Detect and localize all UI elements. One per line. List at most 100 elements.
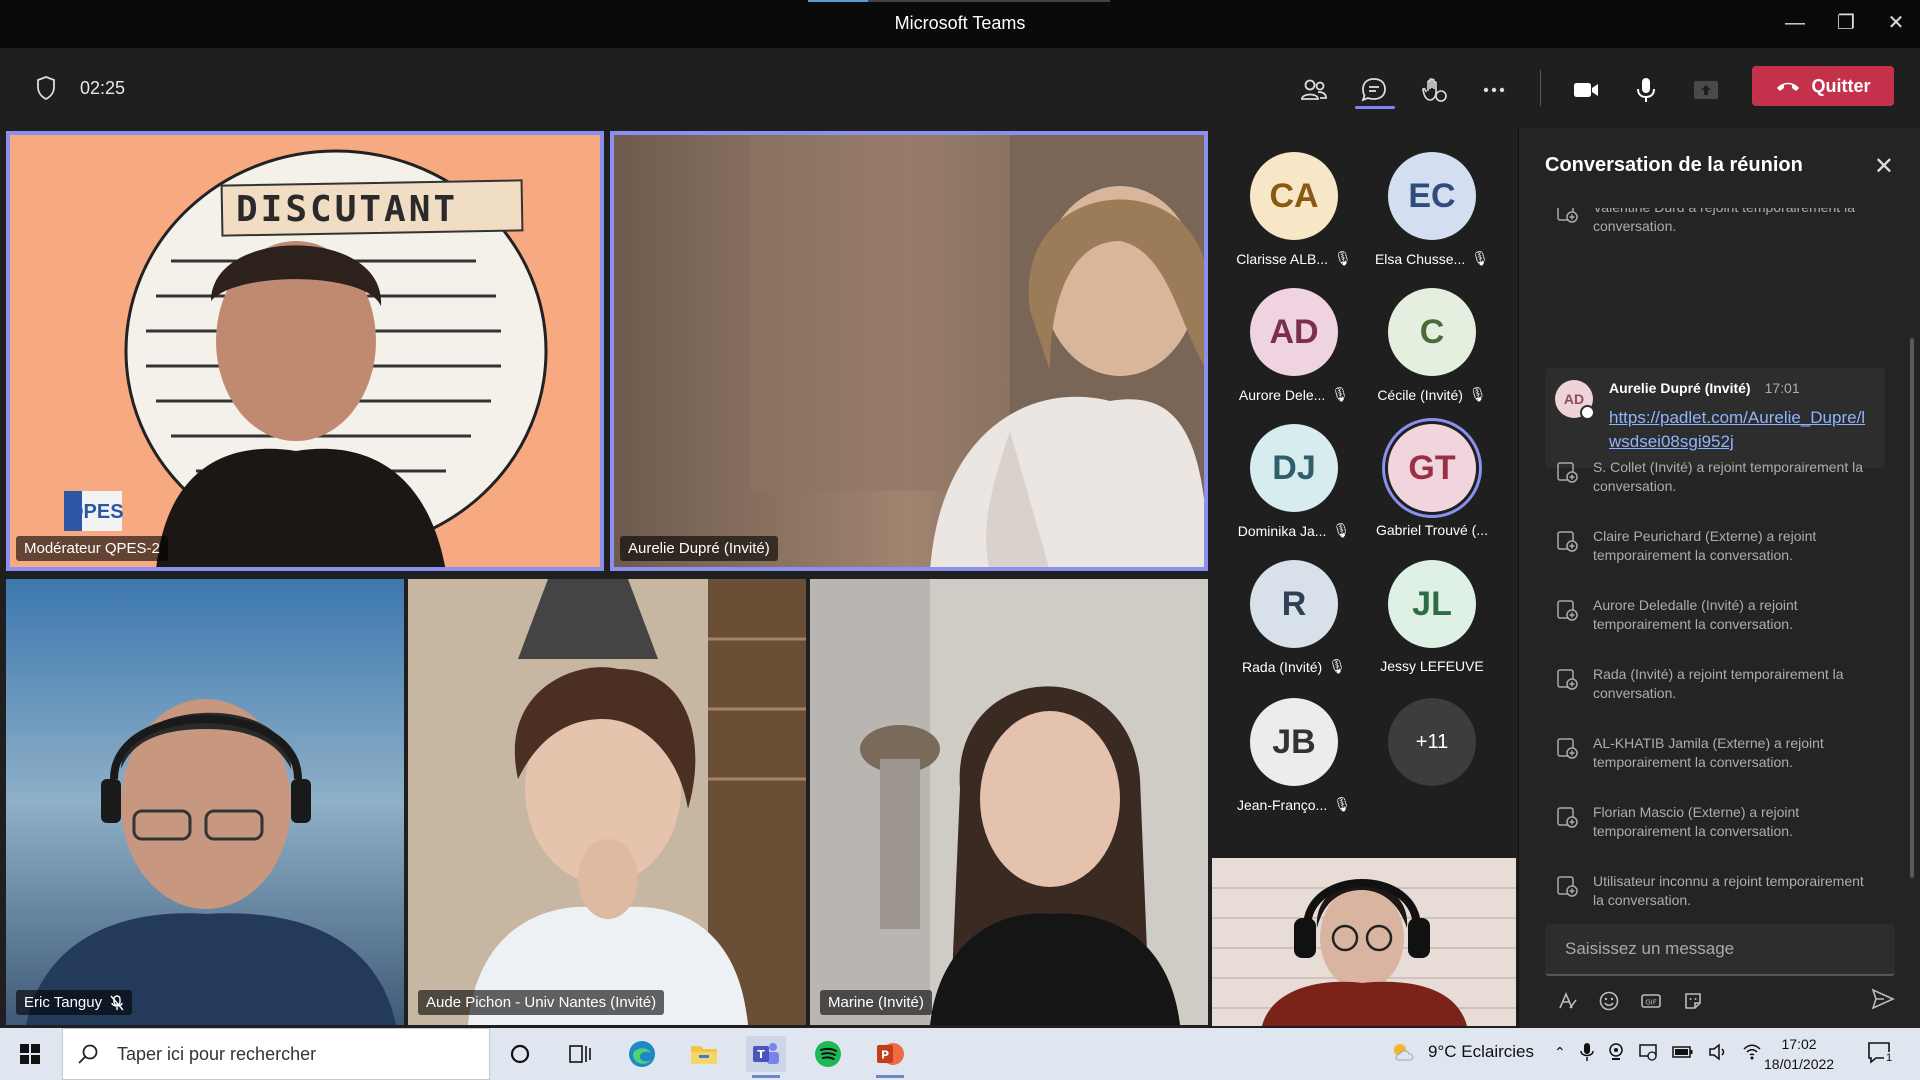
microphone-button[interactable] xyxy=(1626,70,1666,110)
roster-person[interactable]: JB Jean-Franço... 🎙 xyxy=(1224,698,1364,828)
webcam-tray-icon[interactable] xyxy=(1608,1042,1624,1062)
maximize-button[interactable]: ❐ xyxy=(1826,8,1866,38)
hang-up-icon xyxy=(1777,82,1800,91)
more-participants-button[interactable]: +11 xyxy=(1362,698,1502,828)
avatar-initials: JB xyxy=(1272,722,1316,761)
title-accent xyxy=(808,0,1110,2)
microphone-icon xyxy=(1637,78,1655,102)
minimize-button[interactable]: — xyxy=(1775,8,1815,38)
chat-active-indicator xyxy=(1355,106,1395,109)
system-message: S. Collet (Invité) a rejoint temporairem… xyxy=(1555,458,1875,496)
weather-text: 9°C Eclaircies xyxy=(1428,1042,1534,1061)
start-button[interactable] xyxy=(10,1036,50,1072)
spotify-icon xyxy=(815,1041,841,1067)
more-options-button[interactable] xyxy=(1474,70,1514,110)
roster-person[interactable]: EC Elsa Chusse... 🎙 xyxy=(1362,152,1502,282)
roster-name-text: Cécile (Invité) xyxy=(1377,386,1463,403)
self-view-video xyxy=(1212,858,1516,1026)
chat-scrollbar[interactable] xyxy=(1910,338,1914,878)
qpes-logo: QPES xyxy=(68,501,124,523)
wifi-icon[interactable] xyxy=(1742,1043,1762,1061)
roster-name-text: Jessy LEFEUVE xyxy=(1380,658,1484,674)
avatar-initials: AD xyxy=(1563,391,1585,407)
taskbar-search[interactable]: Taper ici pour rechercher xyxy=(62,1028,490,1080)
eric-video xyxy=(6,579,404,1025)
tile-name-label: Aurelie Dupré (Invité) xyxy=(620,536,778,561)
show-hidden-icons-button[interactable]: ⌃ xyxy=(1554,1044,1566,1061)
send-button[interactable] xyxy=(1870,986,1896,1012)
roster-person[interactable]: R Rada (Invité) 🎙 xyxy=(1224,560,1364,690)
format-button[interactable] xyxy=(1555,989,1579,1013)
gif-button[interactable]: GIF xyxy=(1639,989,1663,1013)
close-chat-button[interactable]: ✕ xyxy=(1874,152,1894,181)
avatar-initials: GT xyxy=(1408,448,1456,487)
aude-video xyxy=(408,579,806,1025)
edge-app[interactable] xyxy=(622,1036,662,1072)
emoji-button[interactable] xyxy=(1597,989,1621,1013)
participants-button[interactable] xyxy=(1294,70,1334,110)
roster-name: Rada (Invité) 🎙 xyxy=(1224,658,1364,675)
video-tile-moderator[interactable]: DISCUTANT QPES Modérateur QPES-2 xyxy=(6,131,604,571)
notifications-button[interactable]: 1 xyxy=(1866,1040,1895,1071)
window-title: Microsoft Teams xyxy=(894,13,1026,33)
taskbar-clock[interactable]: 17:02 18/01/2022 xyxy=(1764,1034,1834,1074)
roster-person[interactable]: DJ Dominika Ja... 🎙 xyxy=(1224,424,1364,554)
task-view-button[interactable] xyxy=(560,1036,600,1072)
avatar: GT xyxy=(1388,424,1476,512)
avatar-initials: EC xyxy=(1408,176,1456,215)
participant-name: Modérateur QPES-2 xyxy=(24,540,160,557)
clock-date: 18/01/2022 xyxy=(1764,1056,1835,1072)
video-tile-eric[interactable]: Eric Tanguy xyxy=(6,579,404,1025)
volume-icon[interactable] xyxy=(1708,1043,1728,1061)
video-tile-aude[interactable]: Aude Pichon - Univ Nantes (Invité) xyxy=(408,579,806,1025)
message-link[interactable]: https://padlet.com/Aurelie_Dupre/lwsdsei… xyxy=(1609,406,1871,454)
roster-person[interactable]: AD Aurore Dele... 🎙 xyxy=(1224,288,1364,418)
participant-roster: CA Clarisse ALB... 🎙 EC Elsa Chusse... 🎙 A… xyxy=(1210,128,1516,858)
camera-button[interactable] xyxy=(1566,70,1606,110)
message-input[interactable] xyxy=(1545,924,1865,974)
marine-video xyxy=(810,579,1208,1025)
discutant-sign: DISCUTANT xyxy=(236,189,459,230)
roster-name: Dominika Ja... 🎙 xyxy=(1224,522,1364,539)
video-tile-marine[interactable]: Marine (Invité) xyxy=(810,579,1208,1025)
close-window-button[interactable]: ✕ xyxy=(1876,8,1916,38)
mic-off-icon: 🎙 xyxy=(1468,386,1487,402)
microphone-tray-icon[interactable] xyxy=(1579,1042,1594,1062)
shield-icon xyxy=(37,76,55,100)
mic-off-icon: 🎙 xyxy=(1334,250,1352,266)
teams-app[interactable]: T xyxy=(746,1036,786,1078)
teams-icon: T xyxy=(753,1043,779,1064)
message-header: Aurelie Dupré (Invité) 17:01 xyxy=(1609,380,1800,396)
leave-button[interactable]: Quitter xyxy=(1752,66,1894,106)
roster-name-text: Elsa Chusse... xyxy=(1374,250,1466,267)
roster-person[interactable]: GT Gabriel Trouvé (... xyxy=(1362,424,1502,554)
system-message-text: Florian Mascio (Externe) a rejoint tempo… xyxy=(1593,804,1800,839)
chat-button[interactable] xyxy=(1354,70,1394,110)
battery-icon[interactable] xyxy=(1671,1045,1694,1059)
reactions-button[interactable] xyxy=(1414,70,1454,110)
cortana-button[interactable] xyxy=(500,1036,540,1072)
clock-time: 17:02 xyxy=(1781,1036,1817,1052)
participant-name: Aude Pichon - Univ Nantes (Invité) xyxy=(426,994,657,1011)
weather-icon xyxy=(1394,1044,1414,1061)
message-compose-box[interactable] xyxy=(1545,924,1895,976)
svg-text:T: T xyxy=(757,1048,765,1061)
sticker-button[interactable] xyxy=(1681,989,1705,1013)
share-screen-button[interactable] xyxy=(1686,70,1726,110)
avatar-initials: DJ xyxy=(1272,448,1316,487)
roster-person[interactable]: CA Clarisse ALB... 🎙 xyxy=(1224,152,1364,282)
gif-icon: GIF xyxy=(1641,994,1661,1008)
weather-widget[interactable]: 9°C Eclaircies xyxy=(1390,1040,1534,1064)
meeting-toolbar: 02:25 xyxy=(0,48,1920,128)
roster-person[interactable]: C Cécile (Invité) 🎙 xyxy=(1362,288,1502,418)
avatar-initials: AD xyxy=(1269,312,1319,351)
file-explorer-app[interactable] xyxy=(684,1036,724,1072)
composer-toolbar: GIF xyxy=(1555,986,1895,1016)
display-tray-icon[interactable] xyxy=(1638,1042,1658,1062)
avatar: CA xyxy=(1250,152,1338,240)
powerpoint-app[interactable]: P xyxy=(870,1036,910,1078)
chat-message-list[interactable]: Valentine Durd a rejoint temporairement … xyxy=(1519,208,1920,928)
video-tile-aurelie[interactable]: Aurelie Dupré (Invité) xyxy=(610,131,1208,571)
roster-person[interactable]: JL Jessy LEFEUVE xyxy=(1362,560,1502,690)
spotify-app[interactable] xyxy=(808,1036,848,1072)
